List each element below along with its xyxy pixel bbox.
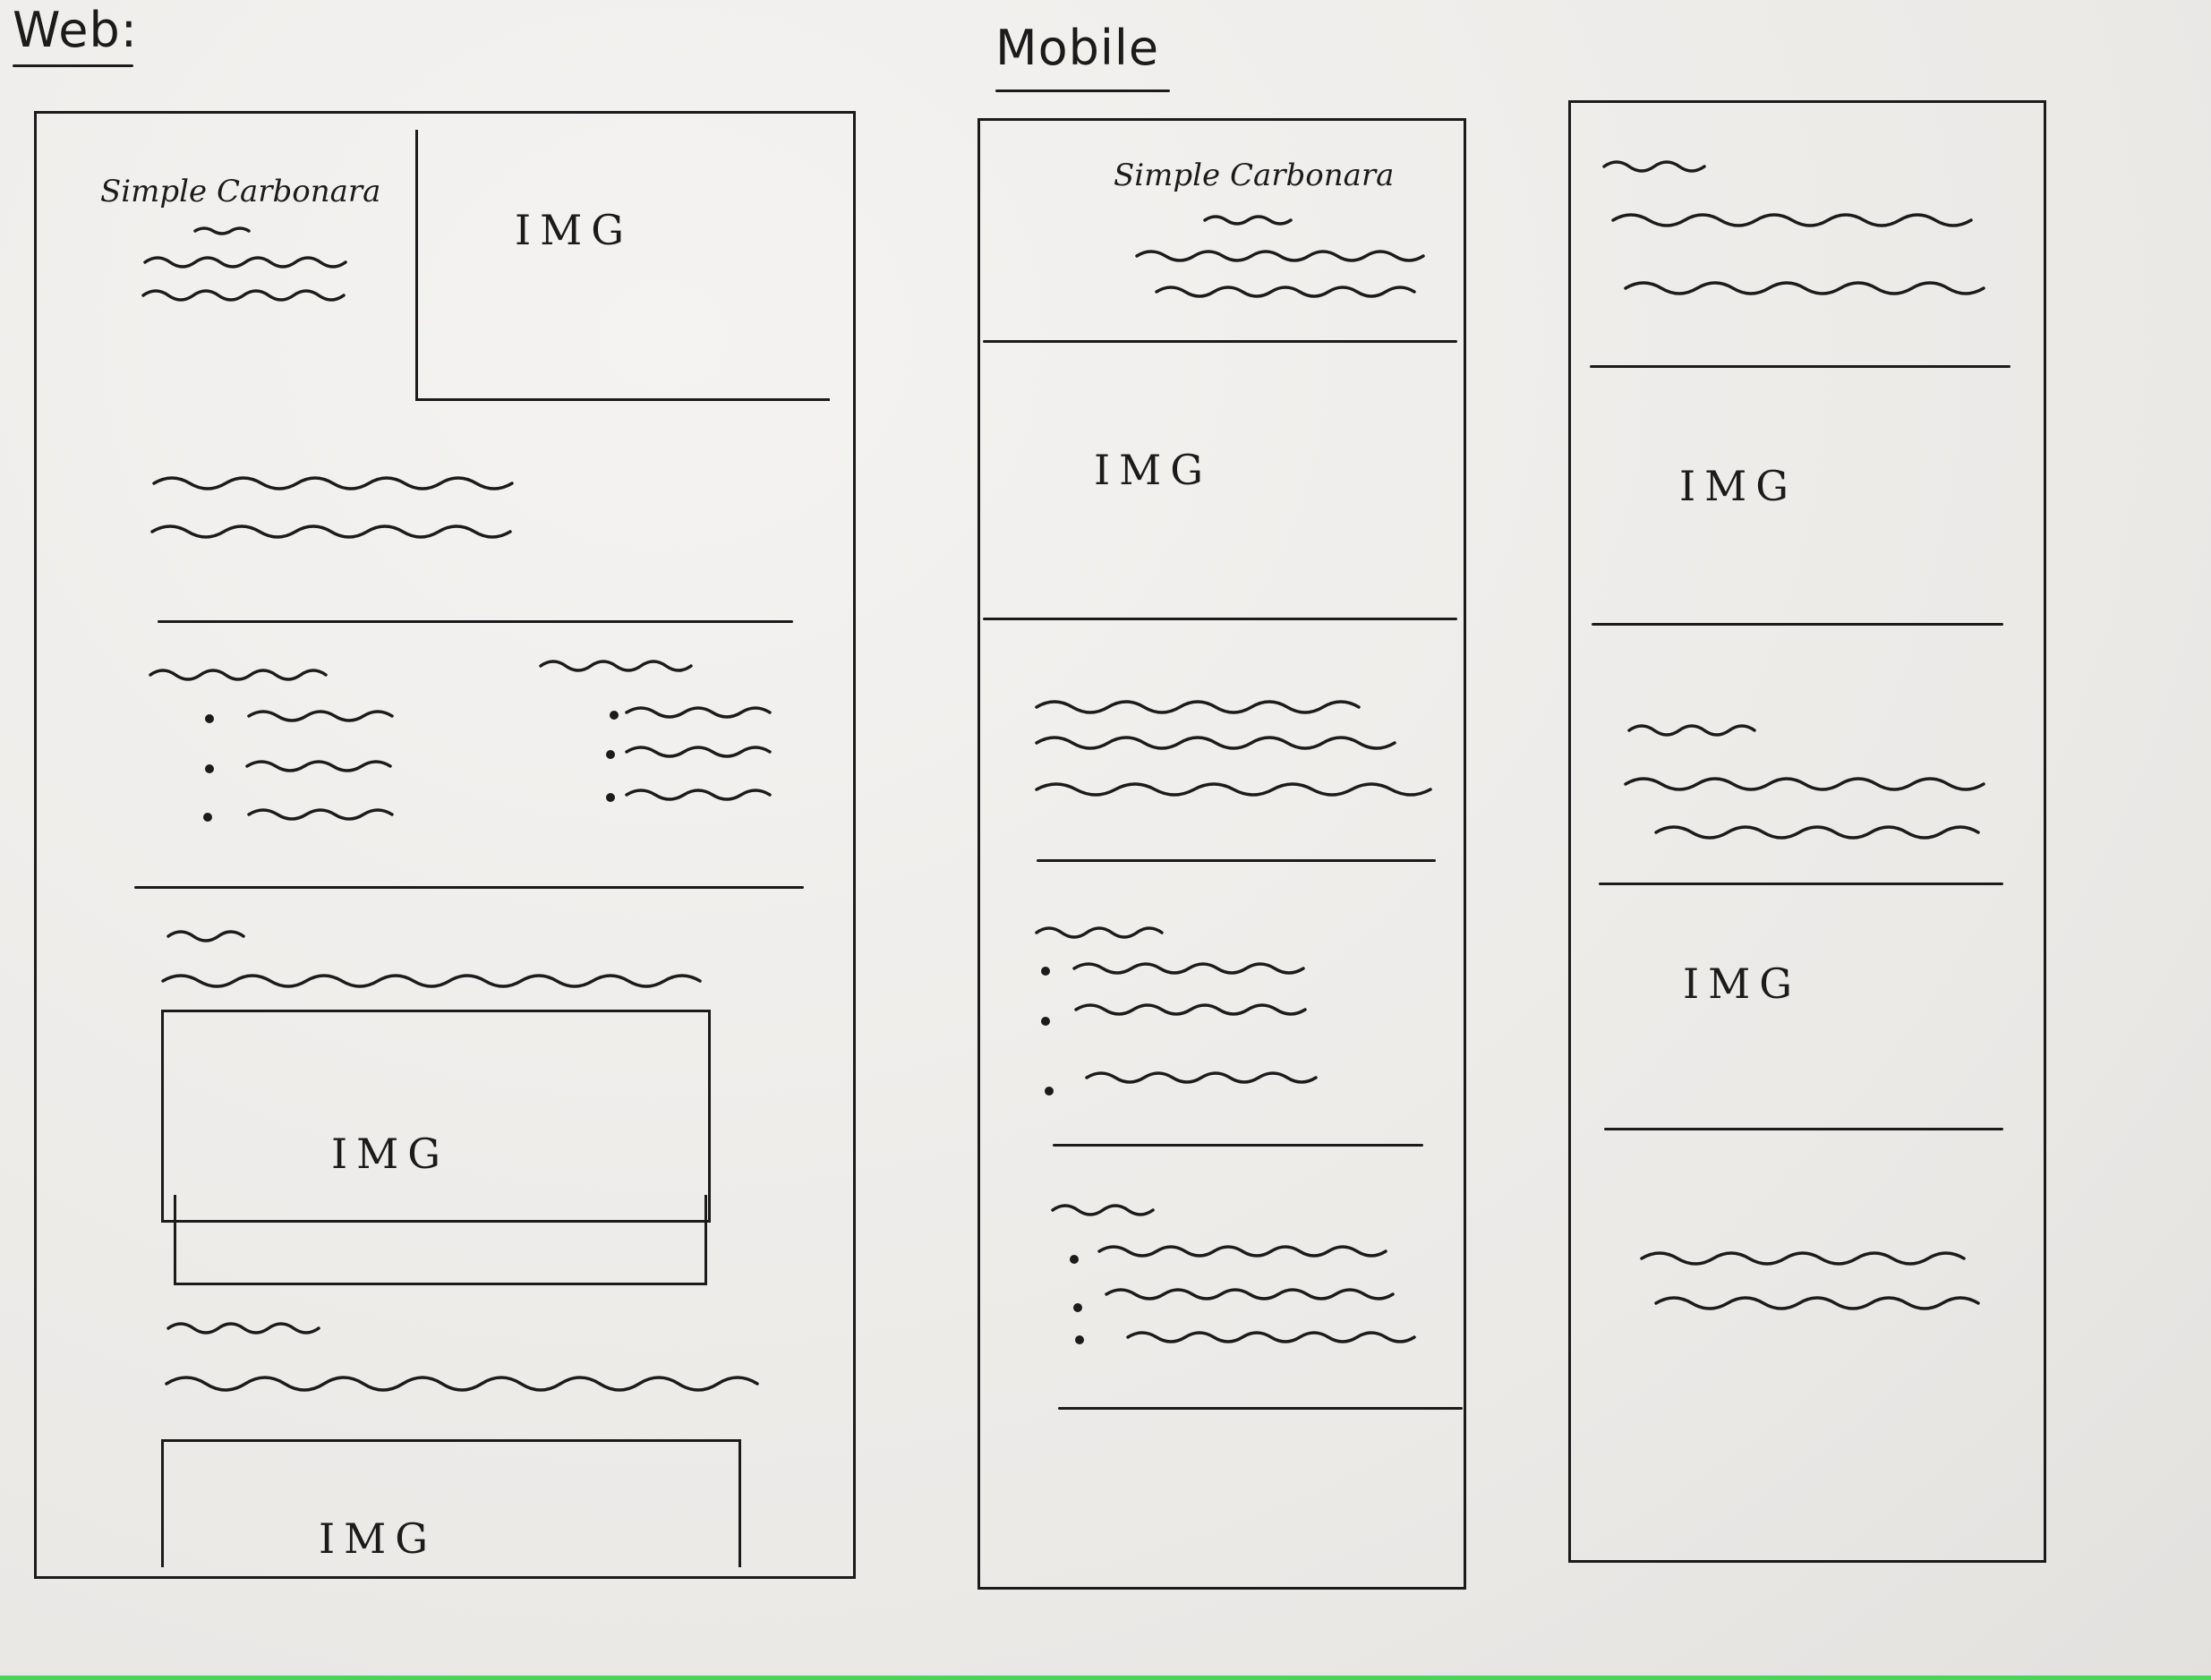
mobile-heading-underline [995,90,1170,92]
mobile2-divider-4 [1604,1128,2003,1130]
web-divider-1 [158,620,793,623]
mobile1-divider-1 [983,340,1457,343]
mobile2-image-1-label: IMG [1679,462,1798,510]
web-hero-image [415,130,830,401]
web-hero-image-label: IMG [515,206,634,254]
bottom-edge-strip [0,1676,2211,1680]
web-heading-underline [13,64,133,67]
mobile-wireframe-2 [1568,100,2046,1563]
web-recipe-title: Simple Carbonara [100,174,381,209]
web-divider-2 [134,886,804,889]
web-step-image [161,1010,711,1223]
mobile1-image-label: IMG [1094,446,1213,494]
mobile-recipe-title: Simple Carbonara [1114,158,1395,193]
web-final-image [161,1439,741,1567]
web-step-image-shadow [174,1195,707,1285]
mobile-wireframe-1 [977,118,1466,1590]
web-heading: Web: [13,2,138,58]
web-final-image-label: IMG [319,1514,438,1563]
mobile2-divider-2 [1592,623,2003,626]
mobile1-divider-3 [1037,859,1436,862]
mobile2-image-2-label: IMG [1683,959,1802,1008]
mobile1-divider-4 [1053,1144,1423,1147]
mobile2-divider-3 [1599,883,2003,885]
web-step-image-label: IMG [331,1130,450,1178]
mobile-heading: Mobile [995,20,1160,76]
mobile1-divider-2 [983,618,1457,620]
mobile2-divider-1 [1590,365,2010,368]
mobile1-divider-5 [1058,1407,1463,1410]
